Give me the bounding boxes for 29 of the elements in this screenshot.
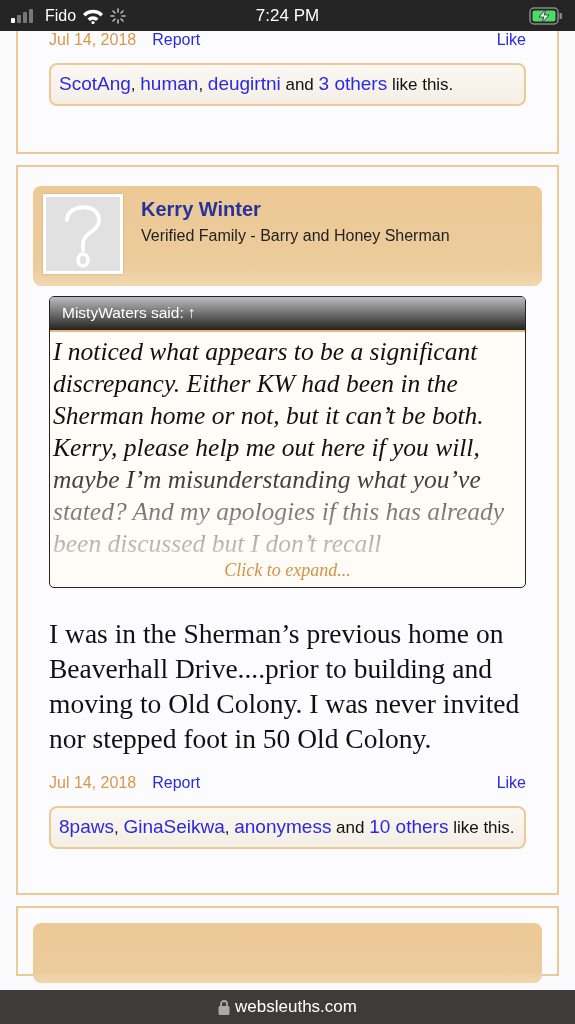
likes-summary: 8paws, GinaSeikwa, anonymess and 10 others like this. xyxy=(49,806,526,849)
like-link[interactable]: Like xyxy=(496,31,526,49)
loading-icon xyxy=(110,7,127,24)
user-link[interactable]: anonymess xyxy=(234,816,332,837)
user-link[interactable]: human xyxy=(140,73,199,94)
user-link[interactable]: GinaSeikwa xyxy=(123,816,225,837)
user-link[interactable]: 8paws xyxy=(59,816,114,837)
report-link[interactable]: Report xyxy=(152,31,201,49)
domain-text: websleuths.com xyxy=(235,997,357,1017)
likes-summary: ScotAng, human, deugirtni and 3 others like this. xyxy=(49,63,526,106)
author-link[interactable]: Kerry Winter xyxy=(141,198,450,221)
battery-charging-icon xyxy=(529,6,563,25)
post-date: Jul 14, 2018 xyxy=(49,31,137,49)
user-link[interactable]: deugirtni xyxy=(207,73,281,94)
user-link[interactable]: 10 others xyxy=(369,816,449,837)
quote-header[interactable]: MistyWaters said: ↑ xyxy=(50,297,525,332)
post-date: Jul 14, 2018 xyxy=(49,774,137,792)
user-link[interactable]: 3 others xyxy=(318,73,388,94)
clock-time: 7:24 PM xyxy=(255,5,320,26)
carrier-name: Fido xyxy=(45,6,77,25)
quote-text: I noticed what appears to be a significant discrepancy. Either KW had been in the Sherman home or not, but it can’t be both. Kerry, please help me out here if you will, maybe I’m misunderstanding what you’ve stated? And my apologies if this has already been discussed but I don’t recall xyxy=(51,336,506,560)
post-message: I was in the Sherman’s previous home on Beaverhall Drive....prior to building and moving to Old Colony. I was never invited nor stepped foot in 50 Old Colony. xyxy=(49,617,521,756)
user-link[interactable]: ScotAng xyxy=(59,73,131,94)
report-link[interactable]: Report xyxy=(152,774,201,792)
user-title: Verified Family - Barry and Honey Sherman xyxy=(141,227,450,245)
like-link[interactable]: Like xyxy=(496,774,526,792)
wifi-icon xyxy=(82,7,105,24)
address-bar[interactable]: websleuths.com xyxy=(0,990,575,1024)
lock-icon xyxy=(218,999,231,1015)
